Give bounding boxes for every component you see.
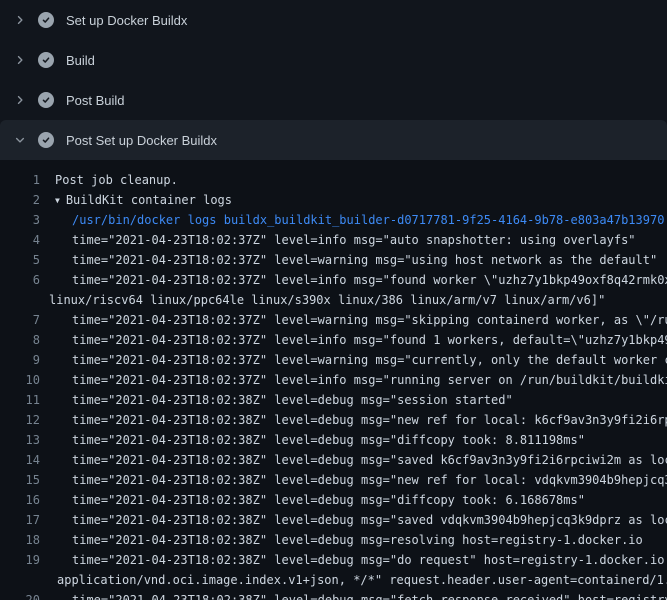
log-line-number[interactable]: 16 bbox=[0, 490, 40, 510]
log-line-number[interactable]: 13 bbox=[0, 430, 40, 450]
log-line-number[interactable]: 5 bbox=[0, 250, 40, 270]
steps-list: Set up Docker Buildx Build Post Build Post … bbox=[0, 0, 667, 160]
log-message-text: time="2021-04-23T18:02:38Z" level=debug … bbox=[72, 510, 667, 530]
log-line: 10 time="2021-04-23T18:02:37Z" level=info… bbox=[0, 370, 667, 390]
log-message-text: time="2021-04-23T18:02:38Z" level=debug … bbox=[72, 390, 513, 410]
log-line-number[interactable]: 15 bbox=[0, 470, 40, 490]
log-line-number[interactable]: 8 bbox=[0, 330, 40, 350]
log-line: 5 time="2021-04-23T18:02:37Z" level=warni… bbox=[0, 250, 667, 270]
log-line-number[interactable]: 10 bbox=[0, 370, 40, 390]
check-circle-icon bbox=[38, 92, 54, 108]
chevron-down-icon bbox=[12, 132, 28, 148]
log-line: 9 time="2021-04-23T18:02:37Z" level=warni… bbox=[0, 350, 667, 370]
chevron-right-icon bbox=[12, 12, 28, 28]
log-message-text: time="2021-04-23T18:02:37Z" level=warnin… bbox=[72, 250, 657, 270]
log-line: 8 time="2021-04-23T18:02:37Z" level=info … bbox=[0, 330, 667, 350]
log-line: 1 Post job cleanup. bbox=[0, 170, 667, 190]
log-line: 7 time="2021-04-23T18:02:37Z" level=warni… bbox=[0, 310, 667, 330]
log-line: 11 time="2021-04-23T18:02:38Z" level=debu… bbox=[0, 390, 667, 410]
step-row-post-build[interactable]: Post Build bbox=[0, 80, 667, 120]
log-line: 12 time="2021-04-23T18:02:38Z" level=debu… bbox=[0, 410, 667, 430]
log-command-text: /usr/bin/docker logs buildx_buildkit_bui… bbox=[72, 210, 664, 230]
step-row-post-set-up-docker-buildx[interactable]: Post Set up Docker Buildx bbox=[0, 120, 667, 160]
log-line-number[interactable]: 18 bbox=[0, 530, 40, 550]
log-message-text: linux/riscv64 linux/ppc64le linux/s390x … bbox=[49, 290, 605, 310]
log-message-text: time="2021-04-23T18:02:38Z" level=debug … bbox=[72, 550, 667, 570]
check-circle-icon bbox=[38, 12, 54, 28]
log-message-text: time="2021-04-23T18:02:37Z" level=warnin… bbox=[72, 310, 667, 330]
log-line-number[interactable]: 19 bbox=[0, 550, 40, 570]
log-line-number[interactable]: 20 bbox=[0, 590, 40, 600]
log-line: 17 time="2021-04-23T18:02:38Z" level=debu… bbox=[0, 510, 667, 530]
log-line: 20 time="2021-04-23T18:02:38Z" level=debu… bbox=[0, 590, 667, 600]
step-title: Post Set up Docker Buildx bbox=[66, 133, 217, 148]
log-line-number[interactable]: 3 bbox=[0, 210, 40, 230]
step-row-set-up-docker-buildx[interactable]: Set up Docker Buildx bbox=[0, 0, 667, 40]
log-line-number[interactable]: 9 bbox=[0, 350, 40, 370]
log-line-continuation: linux/riscv64 linux/ppc64le linux/s390x … bbox=[0, 290, 667, 310]
log-line: 13 time="2021-04-23T18:02:38Z" level=debu… bbox=[0, 430, 667, 450]
log-message-text: time="2021-04-23T18:02:37Z" level=info m… bbox=[72, 270, 667, 290]
step-row-build[interactable]: Build bbox=[0, 40, 667, 80]
log-message-text: time="2021-04-23T18:02:37Z" level=warnin… bbox=[72, 350, 667, 370]
log-line: 18 time="2021-04-23T18:02:38Z" level=debu… bbox=[0, 530, 667, 550]
log-line-number bbox=[0, 570, 40, 590]
triangle-down-icon: ▼ bbox=[55, 191, 60, 211]
log-line: 3/usr/bin/docker logs buildx_buildkit_bu… bbox=[0, 210, 667, 230]
log-line: 19 time="2021-04-23T18:02:38Z" level=debu… bbox=[0, 550, 667, 570]
step-title: Post Build bbox=[66, 93, 125, 108]
log-message-text: time="2021-04-23T18:02:38Z" level=debug … bbox=[72, 410, 667, 430]
log-line-number[interactable]: 7 bbox=[0, 310, 40, 330]
chevron-right-icon bbox=[12, 52, 28, 68]
check-circle-icon bbox=[38, 52, 54, 68]
log-group-label: BuildKit container logs bbox=[66, 193, 232, 207]
chevron-right-icon bbox=[12, 92, 28, 108]
log-line-number[interactable]: 12 bbox=[0, 410, 40, 430]
log-line-number[interactable]: 4 bbox=[0, 230, 40, 250]
log-line: 15 time="2021-04-23T18:02:38Z" level=debu… bbox=[0, 470, 667, 490]
log-line: 16 time="2021-04-23T18:02:38Z" level=debu… bbox=[0, 490, 667, 510]
log-line-number[interactable]: 6 bbox=[0, 270, 40, 290]
log-line-number[interactable]: 2 bbox=[0, 190, 40, 210]
log-line-continuation: application/vnd.oci.image.index.v1+json,… bbox=[0, 570, 667, 590]
log-line: 6 time="2021-04-23T18:02:37Z" level=info … bbox=[0, 270, 667, 290]
log-message-text: Post job cleanup. bbox=[55, 170, 178, 190]
log-message-text: time="2021-04-23T18:02:37Z" level=info m… bbox=[72, 370, 667, 390]
log-group-toggle[interactable]: ▼ BuildKit container logs bbox=[55, 190, 232, 210]
log-line: 14 time="2021-04-23T18:02:38Z" level=debu… bbox=[0, 450, 667, 470]
log-line-number[interactable]: 11 bbox=[0, 390, 40, 410]
log-line-number[interactable]: 17 bbox=[0, 510, 40, 530]
check-circle-icon bbox=[38, 132, 54, 148]
log-message-text: time="2021-04-23T18:02:38Z" level=debug … bbox=[72, 450, 667, 470]
log-line-number[interactable]: 14 bbox=[0, 450, 40, 470]
log-message-text: time="2021-04-23T18:02:37Z" level=info m… bbox=[72, 230, 636, 250]
step-title: Set up Docker Buildx bbox=[66, 13, 187, 28]
log-message-text: time="2021-04-23T18:02:38Z" level=debug … bbox=[72, 590, 667, 600]
log-message-text: application/vnd.oci.image.index.v1+json,… bbox=[57, 570, 667, 590]
step-title: Build bbox=[66, 53, 95, 68]
log-message-text: time="2021-04-23T18:02:38Z" level=debug … bbox=[72, 490, 585, 510]
log-line: 4 time="2021-04-23T18:02:37Z" level=info … bbox=[0, 230, 667, 250]
log-pane: 1 Post job cleanup. 2 ▼ BuildKit container l… bbox=[0, 160, 667, 600]
log-message-text: time="2021-04-23T18:02:38Z" level=debug … bbox=[72, 430, 585, 450]
log-line-number[interactable]: 1 bbox=[0, 170, 40, 190]
log-message-text: time="2021-04-23T18:02:38Z" level=debug … bbox=[72, 470, 667, 490]
log-line-number bbox=[0, 290, 40, 310]
log-line: 2 ▼ BuildKit container logs bbox=[0, 190, 667, 210]
log-message-text: time="2021-04-23T18:02:37Z" level=info m… bbox=[72, 330, 667, 350]
log-message-text: time="2021-04-23T18:02:38Z" level=debug … bbox=[72, 530, 643, 550]
